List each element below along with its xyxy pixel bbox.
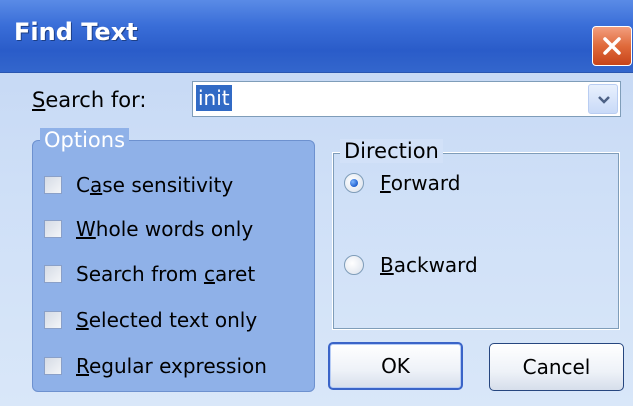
radio-selected-dot xyxy=(350,179,358,187)
option-label: Selected text only xyxy=(76,308,258,332)
option-label: Case sensitivity xyxy=(76,173,234,197)
chevron-down-icon xyxy=(598,96,610,104)
backward-radio[interactable] xyxy=(344,255,364,275)
options-legend: Options xyxy=(40,128,130,152)
window-title: Find Text xyxy=(14,18,138,46)
cancel-button[interactable]: Cancel xyxy=(489,343,624,391)
search-combobox[interactable]: init xyxy=(192,81,621,117)
search-dropdown-button[interactable] xyxy=(588,84,618,114)
search-from-caret-checkbox[interactable] xyxy=(44,265,62,283)
option-case-sensitivity[interactable]: Case sensitivity xyxy=(44,167,233,203)
radio-label: Forward xyxy=(380,171,461,195)
whole-words-checkbox[interactable] xyxy=(44,220,62,238)
close-button[interactable] xyxy=(592,26,632,66)
forward-radio[interactable] xyxy=(344,173,364,193)
direction-backward-option[interactable]: Backward xyxy=(344,250,478,280)
option-search-from-caret[interactable]: Search from caret xyxy=(44,256,255,292)
case-sensitivity-checkbox[interactable] xyxy=(44,176,62,194)
radio-label: Backward xyxy=(380,253,478,277)
option-whole-words[interactable]: Whole words only xyxy=(44,211,253,247)
ok-button[interactable]: OK xyxy=(328,342,463,390)
search-input[interactable]: init xyxy=(196,85,232,111)
close-icon xyxy=(603,37,621,55)
option-label: Regular expression xyxy=(76,354,267,378)
option-regular-expression[interactable]: Regular expression xyxy=(44,348,267,384)
title-bar[interactable]: Find Text xyxy=(0,0,633,73)
option-label: Search from caret xyxy=(76,262,256,286)
find-text-dialog: Find Text Search for: init Options Case … xyxy=(0,0,633,406)
option-selected-text-only[interactable]: Selected text only xyxy=(44,302,257,338)
selected-text-only-checkbox[interactable] xyxy=(44,311,62,329)
direction-forward-option[interactable]: Forward xyxy=(344,168,460,198)
search-for-label: Search for: xyxy=(32,88,147,112)
regular-expression-checkbox[interactable] xyxy=(44,357,62,375)
option-label: Whole words only xyxy=(76,217,254,241)
direction-legend: Direction xyxy=(340,139,443,163)
